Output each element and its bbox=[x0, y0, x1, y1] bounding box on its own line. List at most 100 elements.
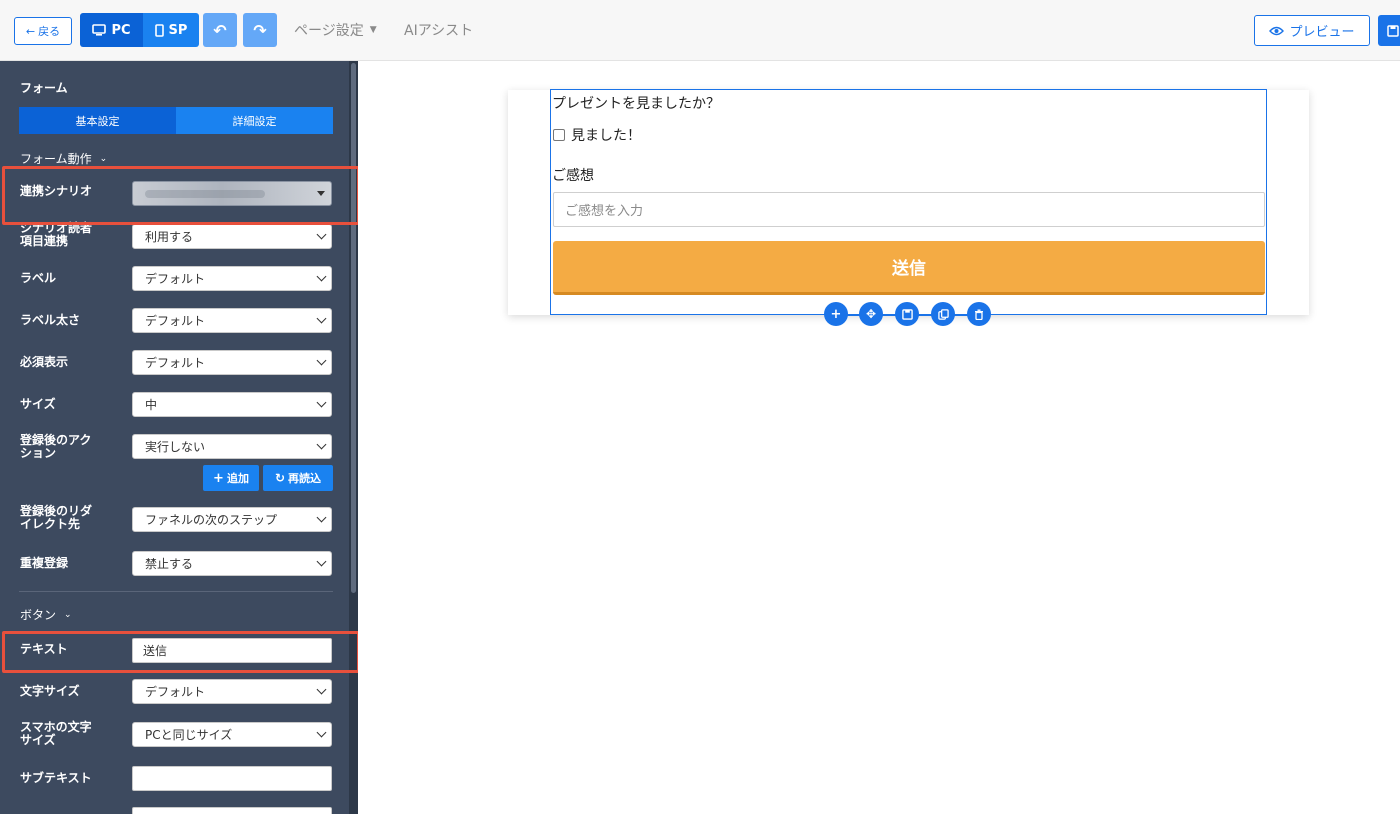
question-title: プレゼントを見ましたか？ bbox=[552, 96, 720, 112]
chevron-down-icon bbox=[316, 355, 327, 366]
font-size-value: デフォルト bbox=[145, 685, 206, 699]
duplicate-select[interactable]: 禁止する bbox=[132, 551, 332, 576]
chevron-down-icon bbox=[316, 512, 327, 523]
save-element-button[interactable] bbox=[895, 302, 919, 326]
button-section-toggle[interactable]: ボタン ⌄ bbox=[20, 606, 72, 623]
required-select[interactable]: デフォルト bbox=[132, 350, 332, 375]
chevron-down-icon bbox=[316, 727, 327, 738]
settings-tabs: 基本設定 詳細設定 bbox=[19, 107, 333, 134]
required-label: 必須表示 bbox=[20, 355, 69, 369]
back-label: 戻る bbox=[38, 25, 61, 38]
delete-element-button[interactable] bbox=[967, 302, 991, 326]
copy-icon bbox=[937, 308, 949, 320]
page-settings-dropdown[interactable]: ページ設定 ▼ bbox=[294, 20, 377, 40]
chevron-down-icon: ⌄ bbox=[64, 609, 72, 620]
redo-button[interactable]: ↷ bbox=[243, 13, 277, 47]
post-action-select[interactable]: 実行しない bbox=[132, 434, 332, 459]
top-toolbar: ← 戻る PC SP ↶ ↷ ページ設定 ▼ AIアシスト プレビュー bbox=[0, 0, 1400, 61]
reload-label: 再読込 bbox=[288, 472, 322, 485]
font-size-label: 文字サイズ bbox=[20, 684, 80, 698]
duplicate-value: 禁止する bbox=[145, 557, 194, 571]
chevron-down-icon bbox=[316, 439, 327, 450]
add-label: 追加 bbox=[226, 472, 249, 485]
monitor-icon bbox=[92, 24, 107, 36]
post-action-label: 登録後のアク ション bbox=[20, 433, 92, 460]
trash-icon bbox=[975, 309, 983, 320]
tab-detail-settings[interactable]: 詳細設定 bbox=[176, 107, 333, 134]
font-size-select[interactable]: デフォルト bbox=[132, 679, 332, 704]
sidebar-scroll-thumb[interactable] bbox=[351, 63, 356, 593]
section-divider bbox=[19, 591, 333, 592]
scenario-highlight-box bbox=[2, 166, 360, 225]
redo-icon: ↷ bbox=[253, 20, 267, 40]
label-setting-label: ラベル bbox=[20, 271, 57, 285]
chevron-down-icon bbox=[316, 229, 327, 240]
preview-button[interactable]: プレビュー bbox=[1254, 15, 1370, 46]
add-element-button[interactable]: + bbox=[824, 302, 848, 326]
checkbox-option[interactable]: 見ました！ bbox=[553, 125, 641, 145]
redirect-select[interactable]: ファネルの次のステップ bbox=[132, 507, 332, 532]
size-label: サイズ bbox=[20, 397, 56, 411]
submit-button[interactable]: 送信 bbox=[553, 241, 1265, 295]
pc-view-button[interactable]: PC bbox=[80, 13, 143, 47]
chevron-down-icon: ⌄ bbox=[99, 153, 108, 164]
refresh-icon: ↻ bbox=[274, 471, 286, 485]
impression-input[interactable]: ご感想を入力 bbox=[553, 192, 1265, 227]
subtext-label: サブテキスト bbox=[20, 771, 92, 785]
sp-font-size-value: PCと同じサイズ bbox=[145, 728, 233, 742]
duplicate-label: 重複登録 bbox=[20, 556, 69, 570]
impression-label: ご感想 bbox=[552, 168, 594, 184]
required-value: デフォルト bbox=[145, 356, 206, 370]
reload-button[interactable]: ↻ 再読込 bbox=[263, 465, 333, 491]
arrow-left-icon: ← bbox=[25, 24, 36, 38]
checkbox[interactable] bbox=[553, 129, 565, 141]
back-button[interactable]: ← 戻る bbox=[14, 17, 72, 45]
pc-label: PC bbox=[111, 22, 131, 38]
size-value: 中 bbox=[145, 398, 158, 412]
label-bold-select[interactable]: デフォルト bbox=[132, 308, 332, 333]
form-section-title: フォーム bbox=[20, 81, 68, 95]
checkbox-label: 見ました！ bbox=[571, 128, 641, 144]
label-setting-select[interactable]: デフォルト bbox=[132, 266, 332, 291]
move-element-button[interactable]: ✥ bbox=[859, 302, 883, 326]
reader-link-value: 利用する bbox=[145, 230, 194, 244]
chevron-down-icon bbox=[316, 397, 327, 408]
add-button[interactable]: + 追加 bbox=[203, 465, 259, 491]
tab-basic-settings[interactable]: 基本設定 bbox=[19, 107, 176, 134]
page-settings-label: ページ設定 bbox=[294, 23, 364, 39]
preview-label: プレビュー bbox=[1289, 25, 1355, 40]
undo-icon: ↶ bbox=[213, 20, 227, 40]
reader-link-select[interactable]: 利用する bbox=[132, 224, 332, 249]
smartphone-icon bbox=[154, 23, 164, 37]
redirect-value: ファネルの次のステップ bbox=[145, 513, 278, 527]
plus-icon: + bbox=[830, 306, 842, 322]
ai-assist-link[interactable]: AIアシスト bbox=[404, 20, 473, 40]
undo-button[interactable]: ↶ bbox=[203, 13, 237, 47]
chevron-down-icon bbox=[316, 271, 327, 282]
next-field-input[interactable] bbox=[132, 807, 332, 814]
post-action-value: 実行しない bbox=[145, 440, 206, 454]
label-bold-value: デフォルト bbox=[145, 314, 206, 328]
sp-font-size-select[interactable]: PCと同じサイズ bbox=[132, 722, 332, 747]
move-icon: ✥ bbox=[865, 307, 877, 321]
save-button[interactable] bbox=[1378, 15, 1400, 46]
plus-icon: + bbox=[213, 470, 224, 486]
button-text-highlight-box bbox=[2, 631, 360, 673]
impression-placeholder: ご感想を入力 bbox=[565, 204, 644, 219]
label-bold-label: ラベル太さ bbox=[20, 313, 81, 327]
form-action-toggle[interactable]: フォーム動作 ⌄ bbox=[20, 150, 107, 167]
device-toggle: PC SP bbox=[80, 13, 199, 47]
floppy-disk-icon bbox=[1387, 24, 1399, 37]
chevron-down-icon bbox=[316, 313, 327, 324]
chevron-down-icon bbox=[316, 556, 327, 567]
copy-element-button[interactable] bbox=[931, 302, 955, 326]
size-select[interactable]: 中 bbox=[132, 392, 332, 417]
label-setting-value: デフォルト bbox=[145, 272, 206, 286]
reader-link-label: シナリオ読者 項目連携 bbox=[20, 221, 93, 248]
subtext-input[interactable] bbox=[132, 766, 332, 791]
eye-icon bbox=[1269, 26, 1285, 35]
floppy-disk-icon bbox=[901, 308, 913, 320]
form-action-heading: フォーム動作 bbox=[20, 152, 92, 166]
sp-view-button[interactable]: SP bbox=[143, 13, 199, 47]
chevron-down-icon bbox=[316, 684, 327, 695]
